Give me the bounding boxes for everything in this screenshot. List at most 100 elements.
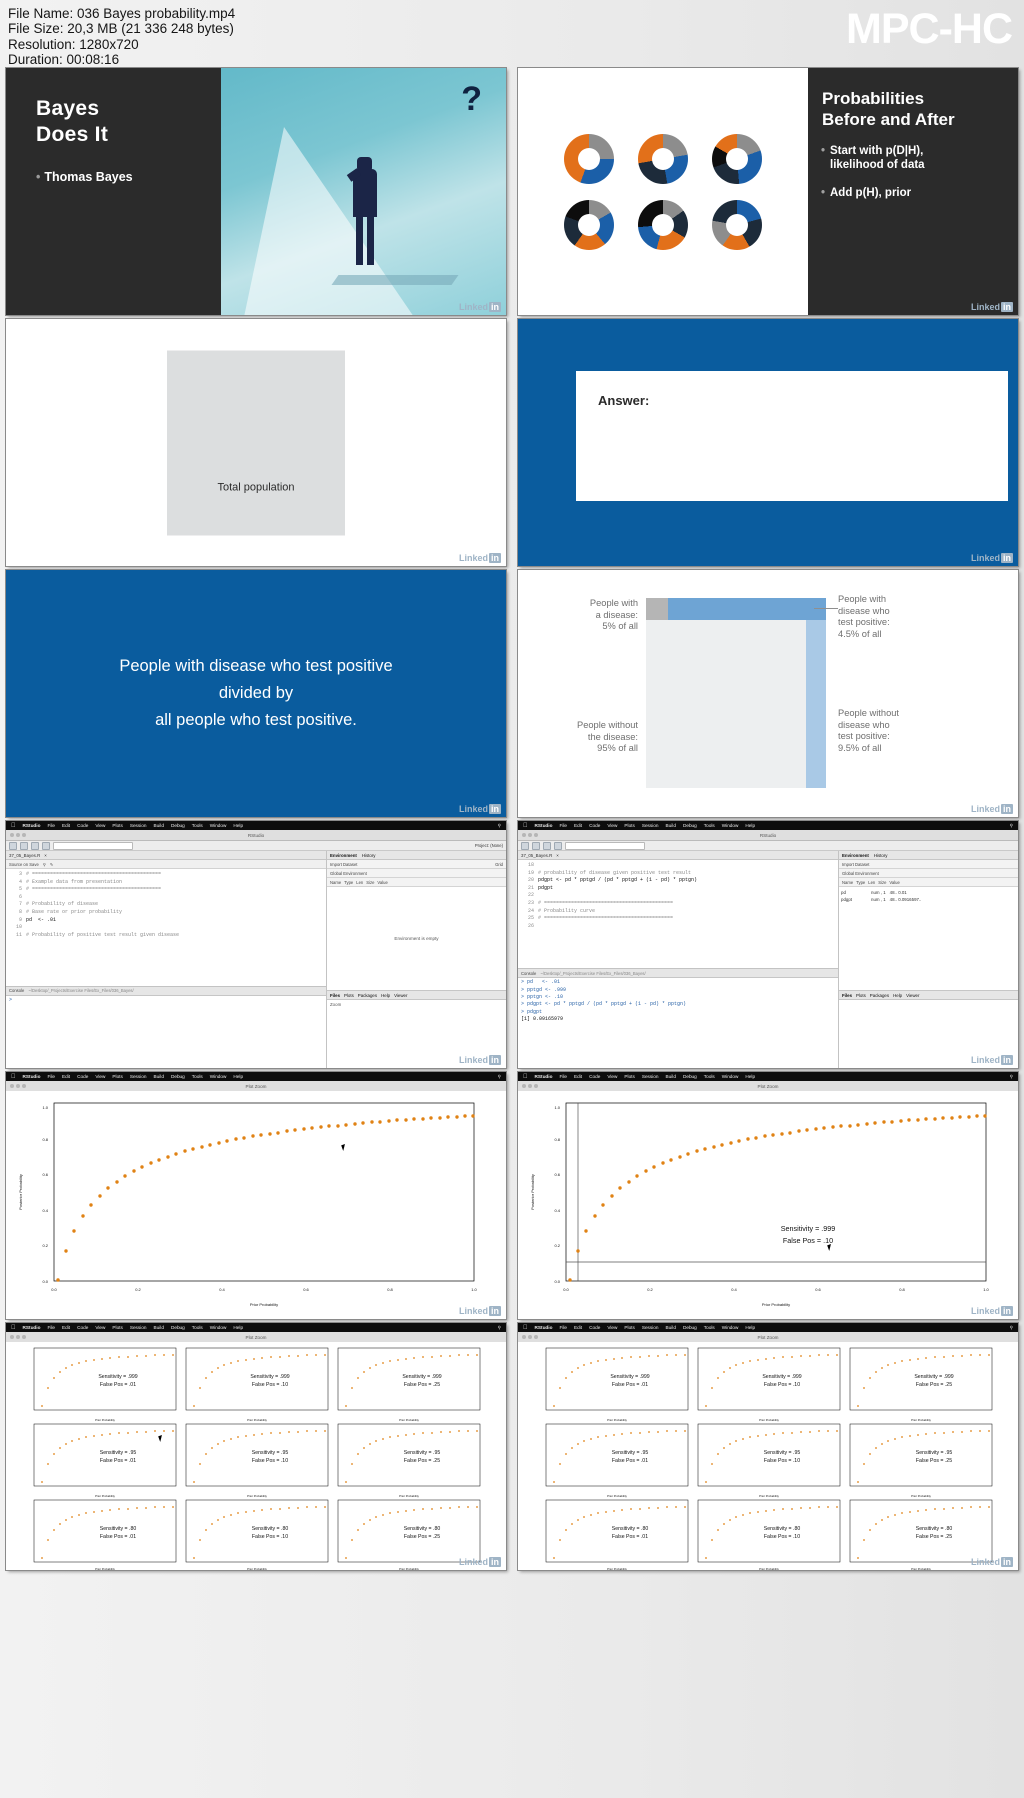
menu-item-edit[interactable]: Edit <box>62 1074 70 1079</box>
search-icon[interactable]: ⚲ <box>1010 1325 1013 1331</box>
save-icon[interactable] <box>543 841 551 850</box>
tab-packages[interactable]: Packages <box>358 993 377 998</box>
menu-item-file[interactable]: File <box>559 823 567 828</box>
thumbnail-cell[interactable]:  RStudio File Edit Code View Plots Sess… <box>512 1070 1024 1321</box>
thumbnail-cell[interactable]: Total population Linked in <box>0 317 512 568</box>
macos-menubar[interactable]:  RStudio File Edit Code View Plots Sess… <box>518 821 1018 830</box>
menu-item-session[interactable]: Session <box>130 1074 147 1079</box>
save-icon[interactable] <box>31 841 39 850</box>
search-icon[interactable]: ⚲ <box>498 1325 501 1331</box>
menu-item-debug[interactable]: Debug <box>683 1074 697 1079</box>
thumbnail-cell[interactable]: Bayes Does It Thomas Bayes ? <box>0 66 512 317</box>
apple-menu-icon[interactable]:  <box>11 1074 16 1080</box>
menu-item-build[interactable]: Build <box>154 1325 164 1330</box>
menu-item-debug[interactable]: Debug <box>683 1325 697 1330</box>
thumbnail-cell[interactable]: Probabilities Before and After Start wit… <box>512 66 1024 317</box>
new-file-icon[interactable] <box>9 841 17 850</box>
menu-item-help[interactable]: Help <box>233 1074 243 1079</box>
menu-item-rstudio[interactable]: RStudio <box>23 823 41 828</box>
tab-help[interactable]: Help <box>893 993 902 998</box>
menu-item-window[interactable]: Window <box>722 1325 739 1330</box>
macos-menubar[interactable]:  RStudio File Edit Code View Plots Sess… <box>6 821 506 830</box>
source-tab-label[interactable]: 37_05_Bayes.R <box>9 853 40 858</box>
menu-item-tools[interactable]: Tools <box>192 1325 203 1330</box>
menu-item-plots[interactable]: Plots <box>112 1074 122 1079</box>
menu-item-view[interactable]: View <box>607 1325 617 1330</box>
menu-item-debug[interactable]: Debug <box>683 823 697 828</box>
slide-title[interactable]: Bayes Does It Thomas Bayes ? <box>6 68 506 315</box>
goto-file-function-input[interactable] <box>565 841 645 850</box>
menu-item-code[interactable]: Code <box>77 823 88 828</box>
tab-packages[interactable]: Packages <box>870 993 889 998</box>
open-file-icon[interactable] <box>532 841 540 850</box>
menu-item-window[interactable]: Window <box>210 1074 227 1079</box>
slide-definition[interactable]: People with disease who test positive di… <box>6 570 506 817</box>
table-row[interactable]: pdgpt num , 1 48.. 0.0916597.. <box>841 896 1016 903</box>
files-tabstrip[interactable]: Files Plots Packages Help Viewer <box>327 990 506 1001</box>
search-icon[interactable]: ⚲ <box>1010 1074 1013 1080</box>
close-tab-icon[interactable]: × <box>556 853 559 858</box>
macos-menubar[interactable]:  RStudio File Edit Code View Plots Sess… <box>518 1072 1018 1081</box>
menu-item-help[interactable]: Help <box>745 1074 755 1079</box>
thumbnail-cell[interactable]:  RStudio File Edit Code View Plots Sess… <box>0 1070 512 1321</box>
code-editor[interactable]: 18 19 # probability of disease given posi… <box>518 860 838 969</box>
menu-item-view[interactable]: View <box>607 823 617 828</box>
apple-menu-icon[interactable]:  <box>11 1325 16 1331</box>
menu-item-help[interactable]: Help <box>233 823 243 828</box>
macos-menubar[interactable]:  RStudio File Edit Code View Plots Sess… <box>518 1323 1018 1332</box>
menu-item-session[interactable]: Session <box>642 1074 659 1079</box>
goto-file-function-input[interactable] <box>53 841 133 850</box>
menu-item-view[interactable]: View <box>95 1074 105 1079</box>
console-pane[interactable]: Console ~/Desktop/_Projects/Exercise Fil… <box>518 968 838 1068</box>
macos-menubar[interactable]:  RStudio File Edit Code View Plots Sess… <box>6 1072 506 1081</box>
close-tab-icon[interactable]: × <box>44 853 47 858</box>
menu-item-help[interactable]: Help <box>233 1325 243 1330</box>
edit-icon[interactable]: ✎ <box>50 862 54 867</box>
search-icon[interactable]: ⚲ <box>498 823 501 829</box>
menu-item-debug[interactable]: Debug <box>171 1074 185 1079</box>
apple-menu-icon[interactable]:  <box>11 823 16 829</box>
menu-item-tools[interactable]: Tools <box>192 1074 203 1079</box>
tab-history[interactable]: History <box>362 853 376 858</box>
console-output[interactable]: > pd <- .01 > pptgd <- .999 > pptgn <- .… <box>518 978 838 1068</box>
slide-answer[interactable]: Answer: Linked in <box>518 319 1018 566</box>
menu-item-edit[interactable]: Edit <box>62 823 70 828</box>
tab-environment[interactable]: Environment <box>842 853 869 858</box>
menu-item-code[interactable]: Code <box>589 823 600 828</box>
project-selector[interactable]: Project: (None) <box>475 843 503 848</box>
tab-viewer[interactable]: Viewer <box>906 993 919 998</box>
source-tabstrip[interactable]: 37_05_Bayes.R × <box>518 851 838 860</box>
menu-item-plots[interactable]: Plots <box>624 1074 634 1079</box>
menu-item-build[interactable]: Build <box>666 1074 676 1079</box>
thumbnail-cell[interactable]:  RStudio File Edit Code View Plots Sess… <box>0 819 512 1070</box>
slide-plot-grid-1[interactable]:  RStudio File Edit Code View Plots Sess… <box>6 1323 506 1570</box>
menu-item-file[interactable]: File <box>559 1074 567 1079</box>
menu-item-session[interactable]: Session <box>642 1325 659 1330</box>
tab-environment[interactable]: Environment <box>330 853 357 858</box>
environment-tabstrip[interactable]: Environment History <box>839 851 1018 860</box>
thumbnail-cell[interactable]: People with a disease: 5% of all People … <box>512 568 1024 819</box>
grid-view-toggle[interactable]: Grid <box>495 862 503 867</box>
tab-history[interactable]: History <box>874 853 888 858</box>
tab-files[interactable]: Files <box>330 993 340 998</box>
environment-variables-table[interactable]: pd num , 1 48.. 0.01 pdgpt num , 1 48.. … <box>839 887 1018 991</box>
menu-item-file[interactable]: File <box>47 823 55 828</box>
menu-item-debug[interactable]: Debug <box>171 823 185 828</box>
menu-item-edit[interactable]: Edit <box>574 823 582 828</box>
apple-menu-icon[interactable]:  <box>523 1325 528 1331</box>
menu-item-rstudio[interactable]: RStudio <box>535 1325 553 1330</box>
menu-item-tools[interactable]: Tools <box>704 1074 715 1079</box>
open-file-icon[interactable] <box>20 841 28 850</box>
menu-item-session[interactable]: Session <box>130 823 147 828</box>
rstudio-toolbar[interactable]: Project: (None) <box>6 841 506 851</box>
find-icon[interactable]: ⚲ <box>43 862 46 867</box>
menu-item-build[interactable]: Build <box>154 823 164 828</box>
thumbnail-cell[interactable]:  RStudio File Edit Code View Plots Sess… <box>0 1321 512 1572</box>
thumbnail-cell[interactable]:  RStudio File Edit Code View Plots Sess… <box>512 1321 1024 1572</box>
menu-item-view[interactable]: View <box>95 823 105 828</box>
apple-menu-icon[interactable]:  <box>523 823 528 829</box>
zoom-button[interactable]: Zoom <box>330 1002 341 1007</box>
menu-item-file[interactable]: File <box>559 1325 567 1330</box>
environment-toolbar[interactable]: Import Dataset <box>839 860 1018 869</box>
menu-item-window[interactable]: Window <box>722 823 739 828</box>
